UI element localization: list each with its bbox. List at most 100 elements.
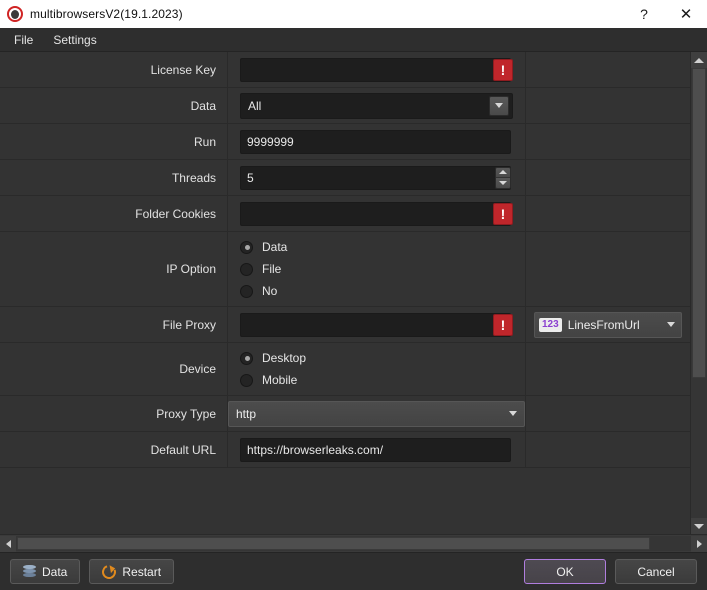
chevron-down-icon[interactable] <box>489 95 509 116</box>
row-field-cell: 5 <box>228 160 526 195</box>
radio-group: Data File No <box>228 232 525 306</box>
row-label: Folder Cookies <box>135 206 216 221</box>
radio-button-icon[interactable] <box>240 240 253 254</box>
row-label-cell: Data <box>0 88 228 123</box>
radio-option[interactable]: File <box>240 262 525 276</box>
title-bar: multibrowsersV2(19.1.2023) ? ✕ <box>0 0 707 28</box>
row-label: Threads <box>171 170 216 185</box>
row-label-cell: Threads <box>0 160 228 195</box>
horizontal-scroll-track[interactable] <box>16 536 691 551</box>
field-wrap: ! <box>228 57 525 82</box>
row-label-cell: Device <box>0 343 228 395</box>
field-wrap: 9999999 <box>228 129 525 154</box>
window-controls: ? ✕ <box>623 0 707 28</box>
row-label: File Proxy <box>162 317 216 332</box>
menu-item-settings[interactable]: Settings <box>45 30 104 50</box>
field-wrap: 5 <box>228 165 525 190</box>
radio-option[interactable]: Desktop <box>240 351 525 365</box>
horizontal-scrollbar[interactable] <box>0 534 707 552</box>
row-field-cell: ! <box>228 52 526 87</box>
spinner-input[interactable]: 5 <box>240 165 511 190</box>
window-title: multibrowsersV2(19.1.2023) <box>30 7 183 21</box>
radio-option-label: Desktop <box>262 351 307 365</box>
app-window: multibrowsersV2(19.1.2023) ? ✕ File Sett… <box>0 0 707 590</box>
spinner-up-icon[interactable] <box>496 167 510 177</box>
error-icon: ! <box>493 313 513 336</box>
radio-button-icon[interactable] <box>240 351 253 365</box>
cancel-button[interactable]: Cancel <box>615 559 697 584</box>
text-input[interactable]: https://browserleaks.com/ <box>240 437 511 462</box>
scroll-down-icon[interactable] <box>691 518 707 534</box>
form-row: License Key! <box>0 52 690 88</box>
error-icon: ! <box>493 58 513 81</box>
row-extra-cell <box>526 160 690 195</box>
row-field-cell: ! <box>228 196 526 231</box>
row-label-cell: License Key <box>0 52 228 87</box>
radio-button-icon[interactable] <box>240 262 253 276</box>
text-input[interactable]: 9999999 <box>240 129 511 154</box>
data-button[interactable]: Data <box>10 559 81 584</box>
error-icon: ! <box>493 202 513 225</box>
radio-group: Desktop Mobile <box>228 343 525 395</box>
radio-option[interactable]: Mobile <box>240 373 525 387</box>
scroll-left-icon[interactable] <box>0 535 16 552</box>
text-input[interactable] <box>240 201 511 226</box>
scroll-up-icon[interactable] <box>691 52 707 68</box>
row-extra-cell <box>526 343 690 395</box>
restart-button[interactable]: Restart <box>89 559 175 584</box>
close-button[interactable]: ✕ <box>665 0 707 28</box>
ok-button[interactable]: OK <box>524 559 606 584</box>
row-field-cell: https://browserleaks.com/ <box>228 432 526 467</box>
radio-option[interactable]: Data <box>240 240 525 254</box>
dropdown-value: All <box>248 98 262 113</box>
chevron-down-icon[interactable] <box>509 411 517 416</box>
vertical-scroll-track[interactable] <box>691 68 707 518</box>
vertical-scrollbar[interactable] <box>690 52 707 534</box>
vertical-scroll-thumb[interactable] <box>692 68 706 378</box>
text-input[interactable] <box>240 57 511 82</box>
menu-item-file[interactable]: File <box>6 30 41 50</box>
app-logo-icon <box>7 6 23 22</box>
row-label: Device <box>179 362 216 376</box>
dropdown-proxy-type[interactable]: http <box>228 400 525 427</box>
settings-rows: License Key! Data All Run 9999999 Threads 5 Fol… <box>0 52 690 468</box>
row-label-cell: Proxy Type <box>0 396 228 431</box>
row-extra-cell <box>526 196 690 231</box>
dropdown-proxy-source[interactable]: 123 LinesFromUrl <box>534 311 682 338</box>
row-extra-cell: 123 LinesFromUrl <box>526 307 690 342</box>
field-wrap: ! <box>228 312 525 337</box>
row-field-cell: http <box>228 396 526 431</box>
ok-button-label: OK <box>556 564 574 579</box>
form-row: Data All <box>0 88 690 124</box>
help-button[interactable]: ? <box>623 0 665 28</box>
dropdown-data[interactable]: All <box>240 92 513 119</box>
row-label: Proxy Type <box>156 406 216 421</box>
radio-button-icon[interactable] <box>240 373 253 387</box>
data-button-label: Data <box>42 564 68 579</box>
row-field-cell: ! <box>228 307 526 342</box>
scroll-right-icon[interactable] <box>691 535 707 552</box>
row-extra-cell <box>526 124 690 159</box>
restart-button-label: Restart <box>122 564 162 579</box>
row-field-cell: Data File No <box>228 232 526 306</box>
dropdown-value: LinesFromUrl <box>567 317 640 332</box>
spinner-buttons[interactable] <box>495 166 511 189</box>
horizontal-scroll-thumb[interactable] <box>17 537 650 550</box>
form-row: Proxy Type http <box>0 396 690 432</box>
row-label: Default URL <box>150 442 216 457</box>
form-row: Device Desktop Mobile <box>0 343 690 396</box>
form-row: Run 9999999 <box>0 124 690 160</box>
spinner-down-icon[interactable] <box>496 177 510 188</box>
field-wrap: ! <box>228 201 525 226</box>
row-label: Data <box>190 98 216 113</box>
form-row: Default URL https://browserleaks.com/ <box>0 432 690 468</box>
chevron-down-icon[interactable] <box>667 322 675 327</box>
radio-button-icon[interactable] <box>240 284 253 298</box>
form-row: File Proxy! 123 LinesFromUrl <box>0 307 690 343</box>
row-label-cell: IP Option <box>0 232 228 306</box>
field-wrap: Data File No <box>228 232 525 306</box>
radio-option[interactable]: No <box>240 284 525 298</box>
bottom-bar: Data Restart OK Cancel <box>0 552 707 590</box>
row-extra-cell <box>526 232 690 306</box>
text-input[interactable] <box>240 312 511 337</box>
